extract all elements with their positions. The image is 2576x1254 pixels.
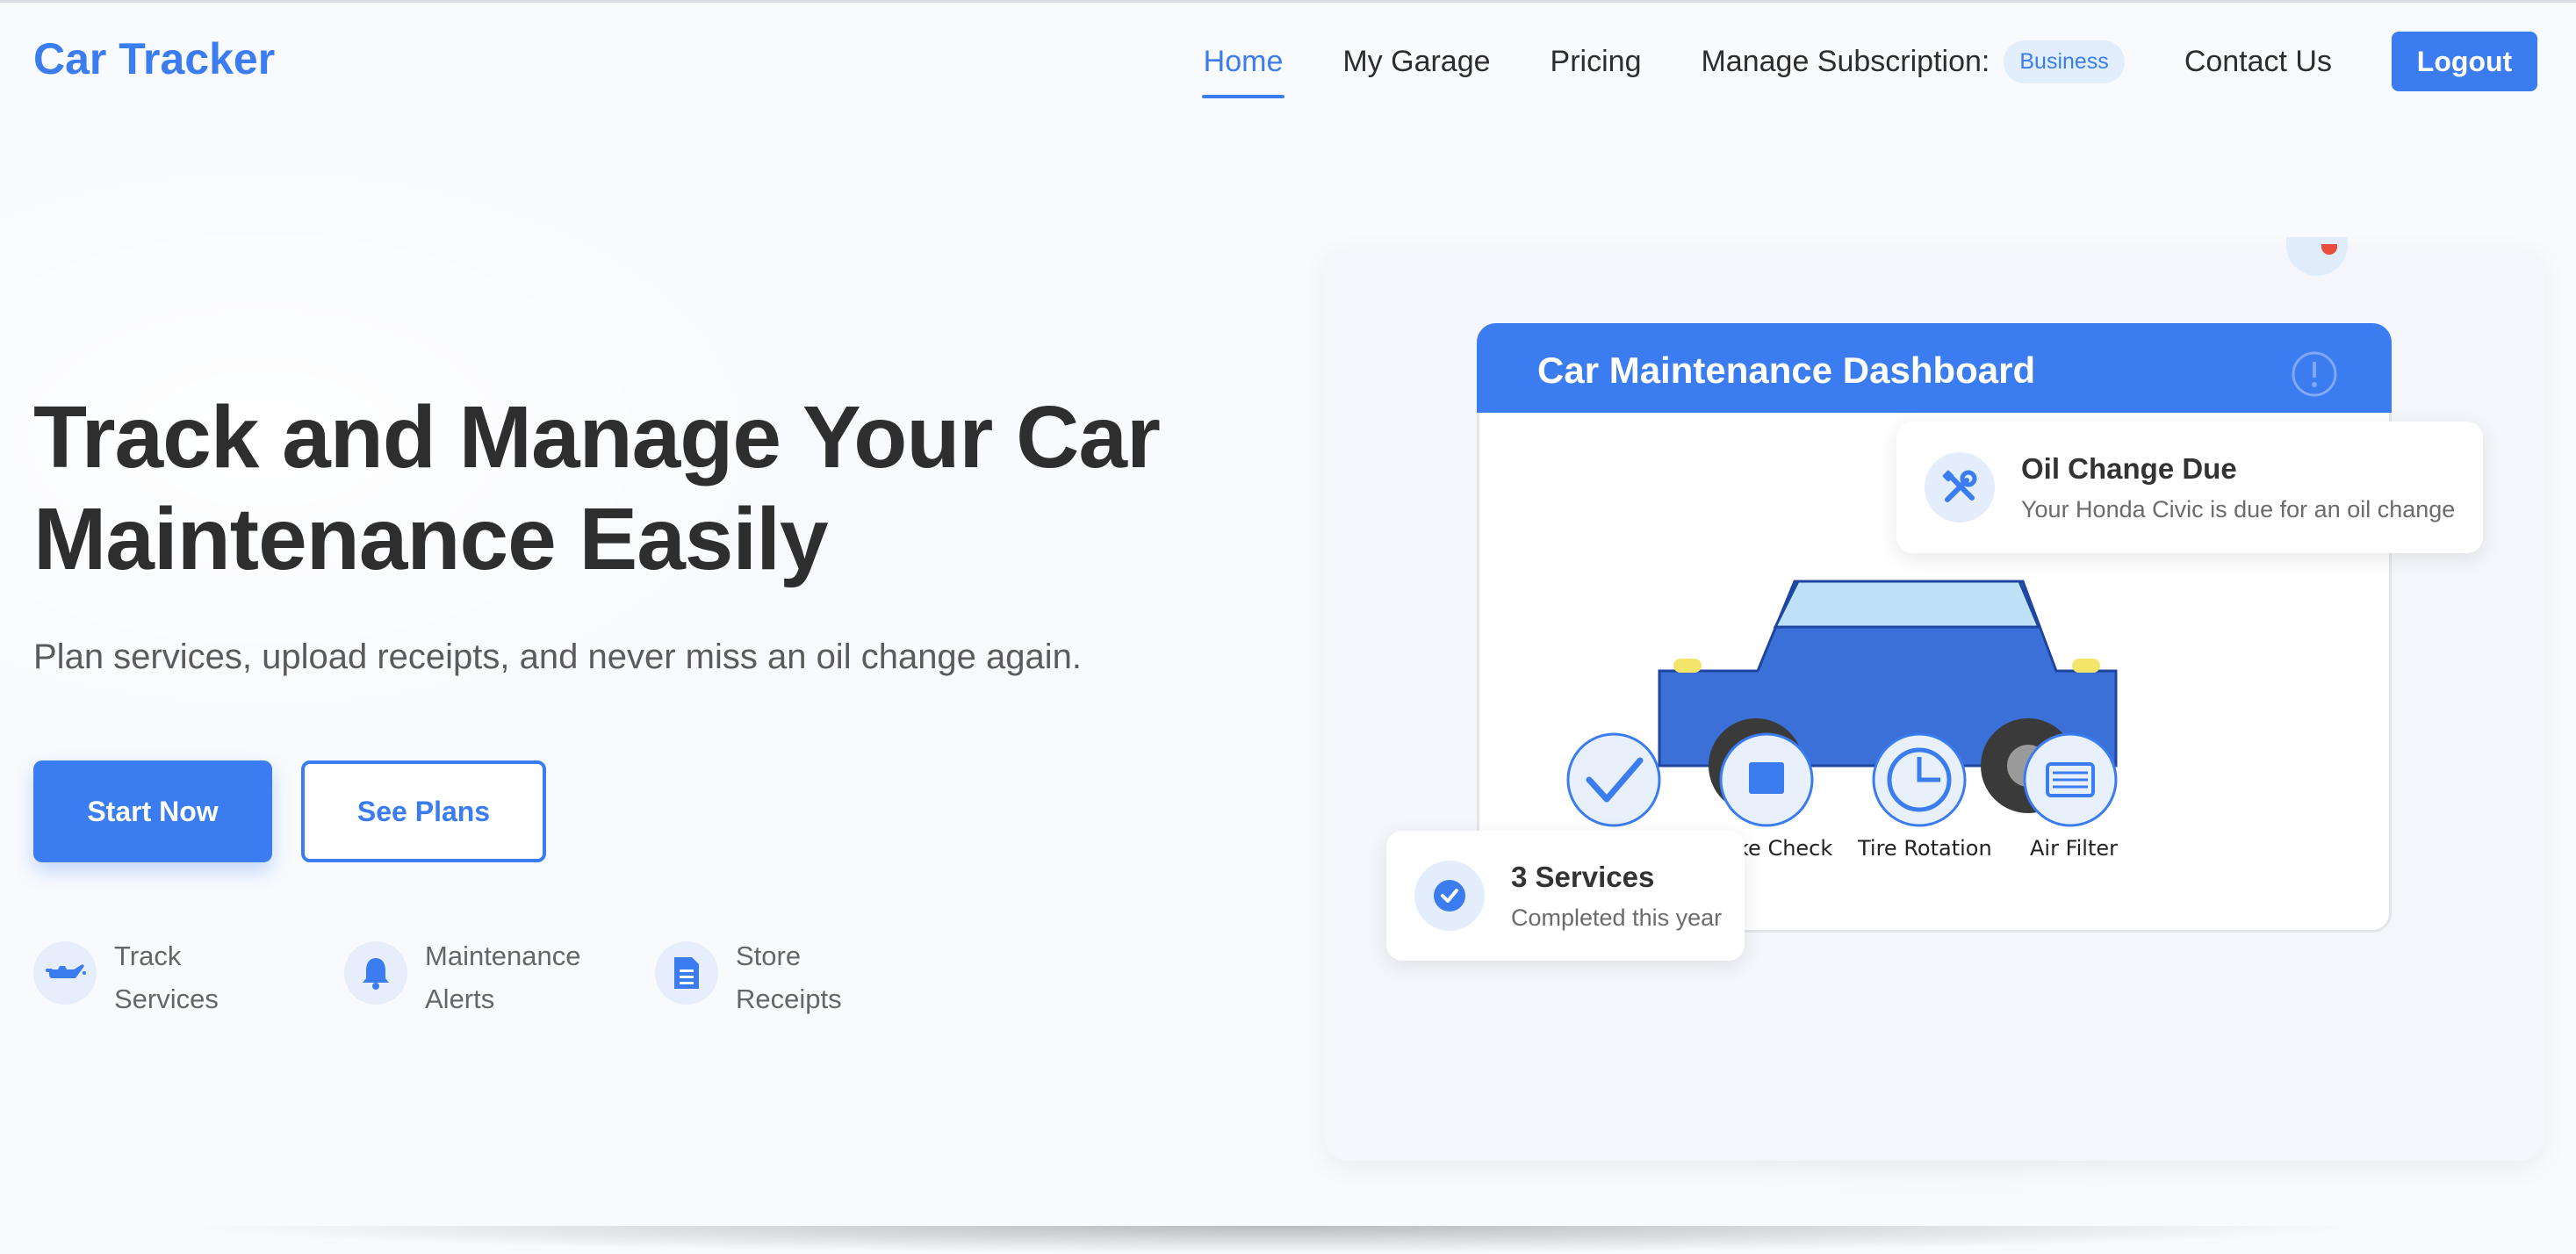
check-circle-icon bbox=[1414, 861, 1485, 931]
hero-subtitle: Plan services, upload receipts, and neve… bbox=[33, 638, 1083, 676]
checkmark-icon bbox=[1566, 732, 1661, 827]
feature-track-services: Track Services bbox=[33, 934, 290, 1020]
oil-change-alert-card[interactable]: Oil Change Due Your Honda Civic is due f… bbox=[1896, 422, 2483, 553]
alert-card-body: Oil Change Due Your Honda Civic is due f… bbox=[2021, 452, 2455, 523]
summary-card-description: Completed this year bbox=[1511, 904, 1723, 931]
brand-logo[interactable]: Car Tracker bbox=[33, 33, 275, 84]
oil-can-icon bbox=[33, 941, 97, 1005]
feature-label: Store Receipts bbox=[736, 940, 842, 1014]
clock-icon bbox=[1872, 732, 1967, 827]
service-label-tire-rotation: Tire Rotation bbox=[1858, 836, 1992, 861]
feature-label: Maintenance Alerts bbox=[425, 940, 581, 1014]
hero-title: Track and Manage Your Car Maintenance Ea… bbox=[33, 388, 1161, 588]
feature-label: Track Services bbox=[114, 940, 219, 1014]
nav-link-pricing[interactable]: Pricing bbox=[1551, 30, 1642, 93]
subscription-label: Manage Subscription: bbox=[1701, 44, 1990, 78]
nav-links: Home My Garage Pricing Manage Subscripti… bbox=[1201, 30, 2537, 98]
service-label-air-filter: Air Filter bbox=[2030, 836, 2119, 861]
logout-button[interactable]: Logout bbox=[2392, 32, 2537, 91]
headlight-left bbox=[1673, 659, 1702, 673]
see-plans-button[interactable]: See Plans bbox=[301, 760, 546, 862]
alert-card-description: Your Honda Civic is due for an oil chang… bbox=[2021, 495, 2456, 522]
feature-list: Track Services Maintenance Alerts Store … bbox=[33, 934, 966, 1020]
receipt-icon bbox=[655, 941, 718, 1005]
service-label-brake-check: ke Check bbox=[1737, 836, 1833, 861]
filter-icon bbox=[2023, 732, 2118, 827]
dashboard-title: Car Maintenance Dashboard bbox=[1537, 350, 2036, 391]
summary-card-title: 3 Services bbox=[1511, 860, 1655, 893]
subscription-badge: Business bbox=[2004, 40, 2125, 83]
top-nav: Car Tracker Home My Garage Pricing Manag… bbox=[0, 0, 2576, 123]
nav-link-home[interactable]: Home bbox=[1201, 30, 1285, 98]
bell-icon bbox=[344, 941, 407, 1005]
summary-card-body: 3 Services Completed this year bbox=[1511, 861, 1722, 932]
alert-icon bbox=[2292, 351, 2337, 397]
nav-link-my-garage[interactable]: My Garage bbox=[1342, 30, 1490, 93]
alert-card-title: Oil Change Due bbox=[2021, 451, 2237, 485]
brake-icon bbox=[1719, 732, 1814, 827]
services-summary-card[interactable]: 3 Services Completed this year bbox=[1386, 831, 1745, 961]
tools-icon bbox=[1925, 452, 1995, 522]
car-window bbox=[1773, 580, 2041, 629]
headlight-right bbox=[2072, 659, 2100, 673]
nav-link-contact-us[interactable]: Contact Us bbox=[2184, 30, 2332, 93]
feature-maintenance-alerts: Maintenance Alerts bbox=[344, 934, 601, 1020]
feature-store-receipts: Store Receipts bbox=[655, 934, 911, 1020]
bottom-shadow bbox=[176, 1226, 2371, 1254]
nav-link-manage-subscription[interactable]: Manage Subscription: Business bbox=[1701, 40, 2125, 83]
start-now-button[interactable]: Start Now bbox=[33, 760, 272, 862]
